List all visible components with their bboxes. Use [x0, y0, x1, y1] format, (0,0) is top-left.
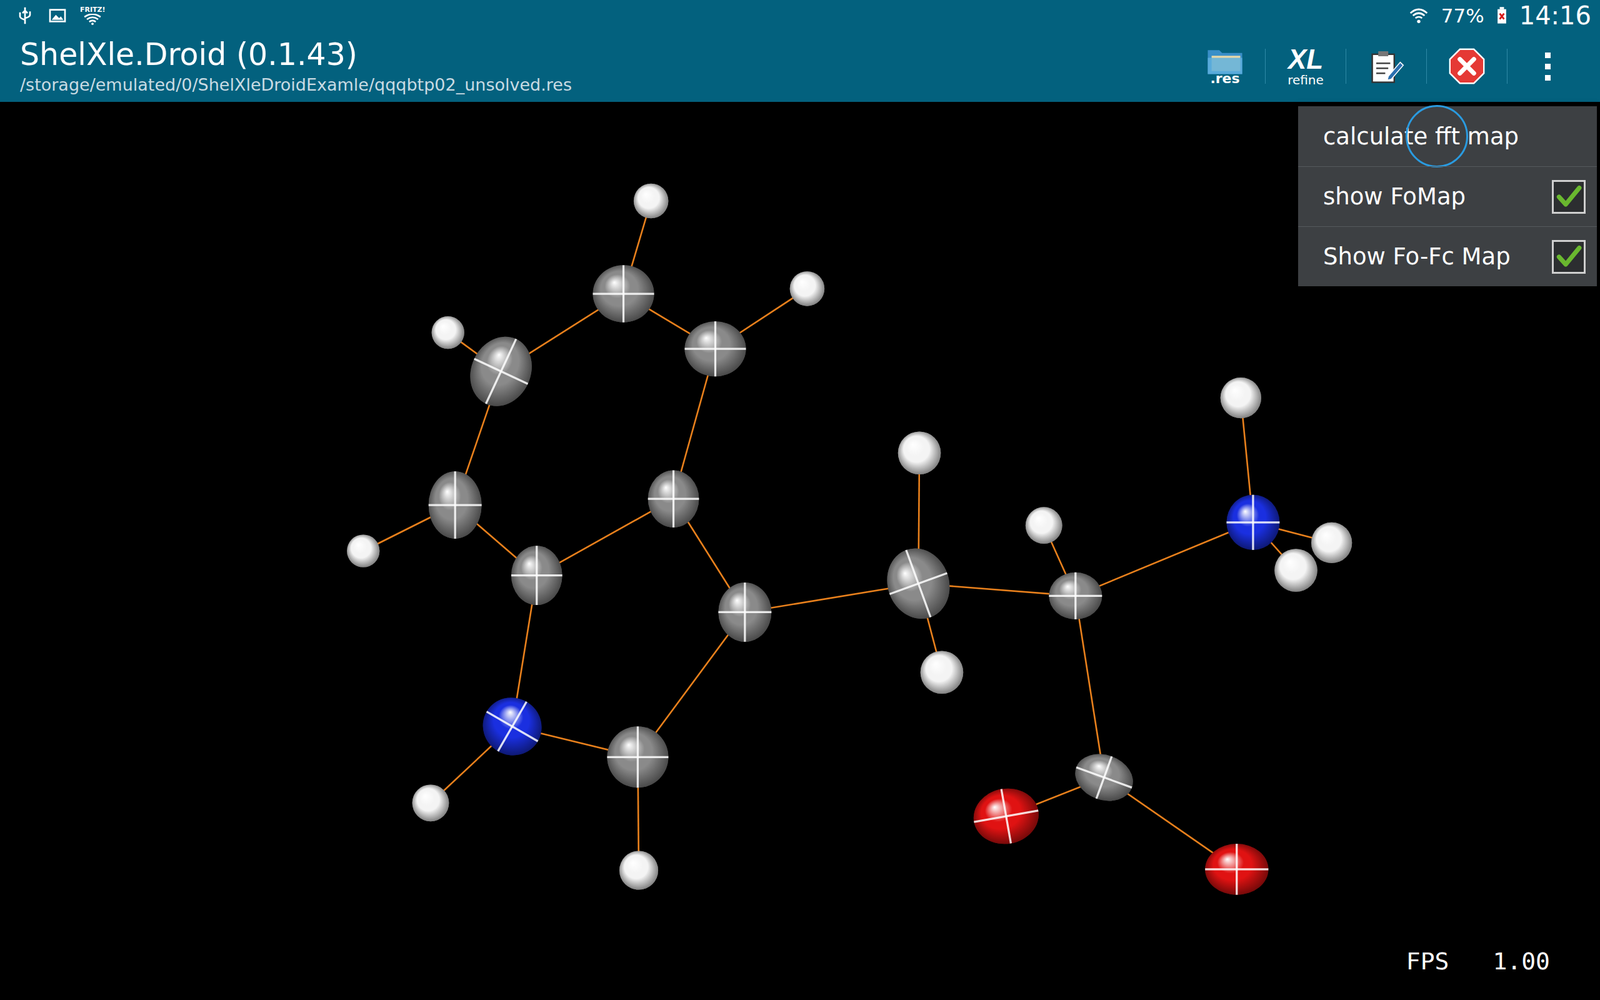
- wifi-network: FRITZ!: [80, 6, 106, 25]
- nitrogen-atom[interactable]: [1226, 495, 1280, 550]
- oxygen-atom[interactable]: [1205, 843, 1269, 895]
- status-bar: FRITZ! 77% 14:16: [0, 0, 1600, 31]
- hydrogen-atom[interactable]: [898, 431, 942, 475]
- checkbox[interactable]: [1551, 180, 1586, 214]
- overflow-button[interactable]: [1507, 30, 1588, 102]
- carbon-atom[interactable]: [511, 545, 563, 605]
- hydrogen-atom[interactable]: [619, 851, 659, 890]
- open-button[interactable]: .res: [1185, 30, 1265, 102]
- bond: [1075, 595, 1105, 778]
- checkmark-icon: [1553, 181, 1584, 213]
- hydrogen-atom[interactable]: [412, 784, 450, 822]
- carbon-atom[interactable]: [1048, 572, 1102, 620]
- molecule-viewer[interactable]: calculate fft map show FoMap Show Fo-Fc Ma…: [0, 101, 1600, 1000]
- carbon-atom[interactable]: [606, 726, 669, 788]
- oxygen-atom[interactable]: [969, 783, 1044, 850]
- close-button[interactable]: [1426, 30, 1507, 102]
- carbon-atom[interactable]: [593, 265, 655, 322]
- hydrogen-atom[interactable]: [1025, 506, 1063, 544]
- action-separator: [1426, 48, 1427, 84]
- carbon-atom[interactable]: [648, 470, 700, 528]
- menu-item-label: calculate fft map: [1323, 123, 1519, 150]
- usb-icon: [15, 5, 35, 26]
- open-label: .res: [1210, 71, 1240, 86]
- action-separator: [1345, 48, 1347, 84]
- menu-item-label: show FoMap: [1323, 183, 1466, 210]
- fps-label: FPS: [1406, 947, 1450, 975]
- file-path: /storage/emulated/0/ShelXleDroidExamle/q…: [20, 73, 572, 97]
- carbon-atom[interactable]: [428, 471, 482, 539]
- overflow-menu: calculate fft map show FoMap Show Fo-Fc Ma…: [1298, 106, 1597, 287]
- hydrogen-atom[interactable]: [920, 651, 964, 695]
- fps-counter: FPS 1.00: [1406, 947, 1550, 975]
- hydrogen-atom[interactable]: [346, 534, 380, 567]
- wifi-icon: [82, 13, 103, 25]
- wifi-label: FRITZ!: [80, 6, 106, 14]
- edit-icon: [1366, 46, 1407, 87]
- carbon-atom[interactable]: [718, 582, 772, 642]
- battery-level: 77%: [1441, 4, 1485, 27]
- menu-item-label: Show Fo-Fc Map: [1323, 243, 1511, 270]
- bond: [1075, 522, 1254, 597]
- checkbox[interactable]: [1551, 240, 1586, 274]
- app-bar: ShelXle.Droid (0.1.43)/storage/emulated/…: [0, 30, 1600, 102]
- hydrogen-atom[interactable]: [1220, 377, 1262, 419]
- action-separator: [1506, 48, 1508, 84]
- refine-logo: XL: [1288, 45, 1324, 74]
- action-separator: [1265, 48, 1266, 84]
- hydrogen-atom[interactable]: [431, 316, 465, 349]
- refine-label: refine: [1287, 73, 1324, 87]
- menu-item[interactable]: Show Fo-Fc Map: [1298, 226, 1597, 287]
- hydrogen-atom[interactable]: [1274, 548, 1318, 592]
- edit-button[interactable]: [1346, 30, 1427, 102]
- carbon-atom[interactable]: [685, 321, 747, 377]
- fps-value: 1.00: [1492, 947, 1550, 975]
- wifi-signal-icon: [1408, 5, 1429, 26]
- carbon-atom[interactable]: [459, 326, 544, 417]
- app-title: ShelXle.Droid (0.1.43): [20, 36, 572, 74]
- clock: 14:16: [1519, 1, 1592, 30]
- hydrogen-atom[interactable]: [790, 271, 825, 307]
- overflow-icon: [1545, 52, 1551, 81]
- nitrogen-atom[interactable]: [472, 686, 553, 767]
- touch-indicator: [1405, 105, 1469, 168]
- refine-button[interactable]: XLrefine: [1265, 30, 1346, 102]
- carbon-atom[interactable]: [877, 539, 960, 628]
- screen: FRITZ!77%14:16ShelXle.Droid (0.1.43)/sto…: [0, 0, 1600, 1000]
- carbon-atom[interactable]: [1068, 746, 1140, 809]
- battery-icon: [1496, 6, 1507, 25]
- menu-item[interactable]: calculate fft map: [1298, 106, 1597, 167]
- menu-item[interactable]: show FoMap: [1298, 166, 1597, 227]
- hydrogen-atom[interactable]: [1311, 522, 1352, 564]
- checkmark-icon: [1553, 241, 1584, 273]
- close-icon: [1446, 46, 1487, 87]
- hydrogen-atom[interactable]: [633, 183, 669, 219]
- gallery-icon: [47, 5, 68, 26]
